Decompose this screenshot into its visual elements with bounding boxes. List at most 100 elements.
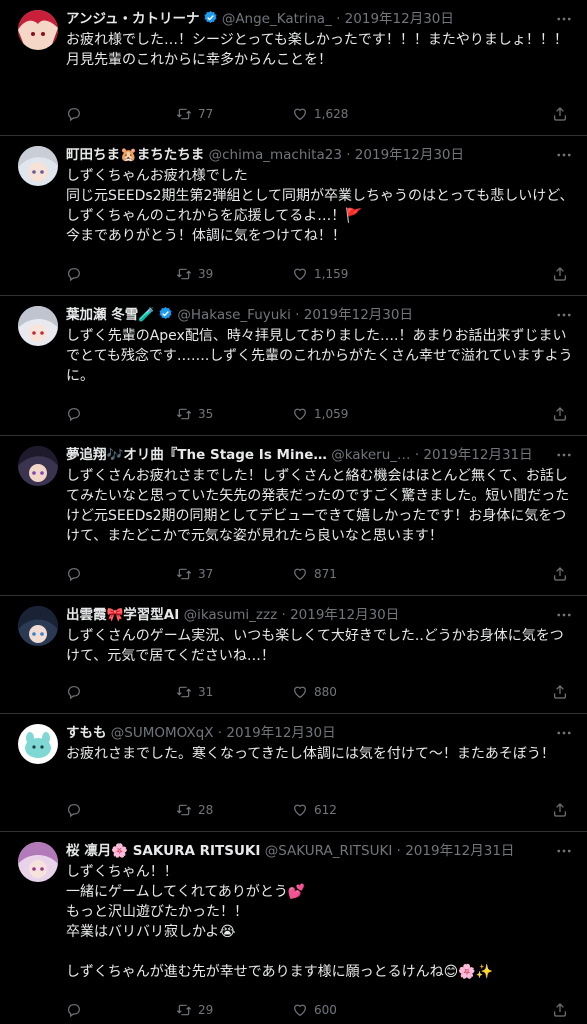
like-button[interactable]: 880 [292,682,337,702]
retweet-count: 39 [198,267,214,281]
author-handle[interactable]: @SUMOMOXqX [111,725,214,741]
share-button[interactable] [552,1000,574,1020]
more-icon[interactable] [555,146,573,164]
tweet-date[interactable]: 2019年12月30日 [345,11,454,27]
more-icon[interactable] [555,306,573,324]
retweet-button[interactable]: 31 [176,682,213,702]
like-count: 880 [314,685,337,699]
reply-icon [68,804,80,818]
reply-icon [68,268,80,282]
avatar[interactable] [18,306,58,346]
author-name[interactable]: 夢追翔🎶オリ曲『The Stage Is Mine… [66,447,327,463]
retweet-button[interactable]: 39 [176,264,213,284]
reply-button[interactable] [66,564,88,584]
retweet-icon [176,108,192,120]
verified-badge-icon [204,10,217,23]
like-button[interactable]: 871 [292,564,337,584]
tweet-date[interactable]: 2019年12月30日 [290,607,399,623]
retweet-button[interactable]: 77 [176,104,213,124]
author-handle[interactable]: @Ange_Katrina_ [222,11,332,27]
separator-dot: · [410,447,424,463]
verified-badge-icon [159,306,172,319]
author-handle[interactable]: @kakeru_… [331,447,410,463]
author-handle[interactable]: @ikasumi_zzz [184,607,278,623]
heart-icon [294,686,306,699]
tweet-date[interactable]: 2019年12月30日 [226,725,335,741]
like-button[interactable]: 1,159 [292,264,348,284]
tweet-text: お疲れさまでした。寒くなってきたし体調には気を付けて〜！またあそぼう！ [66,746,555,762]
tweet-date[interactable]: 2019年12月30日 [355,147,464,163]
share-button[interactable] [552,104,574,124]
author-handle[interactable]: @SAKURA_RITSUKI [265,843,393,859]
share-button[interactable] [552,564,574,584]
reply-button[interactable] [66,104,88,124]
avatar[interactable] [18,606,58,646]
heart-icon [294,108,306,121]
tweet[interactable]: 桜 凛月🌸 SAKURA RITSUKI @SAKURA_RITSUKI · 2… [0,832,587,1024]
tweet[interactable]: 夢追翔🎶オリ曲『The Stage Is Mine… @kakeru_… · 2… [0,436,587,596]
author-name[interactable]: アンジュ・カトリーナ [66,11,200,27]
retweet-button[interactable]: 37 [176,564,213,584]
tweet[interactable]: すもも @SUMOMOXqX · 2019年12月30日 お疲れさまでした。寒く… [0,714,587,832]
tweet[interactable]: 町田ちま🐹まちたちま @chima_machita23 · 2019年12月30… [0,136,587,296]
avatar[interactable] [18,446,58,486]
reply-button[interactable] [66,682,88,702]
reply-button[interactable] [66,404,88,424]
share-button[interactable] [552,682,574,702]
tweet-text: しずくさんお疲れさまでした！しずくさんと絡む機会はほとんど無くて、お話してみたい… [66,468,570,544]
author-handle[interactable]: @Hakase_Fuyuki [177,307,291,323]
like-button[interactable]: 600 [292,1000,337,1020]
like-button[interactable]: 612 [292,800,337,820]
author-name[interactable]: 桜 凛月🌸 SAKURA RITSUKI [66,843,260,859]
heart-icon [294,408,306,421]
like-count: 1,059 [314,407,349,421]
retweet-button[interactable]: 28 [176,800,213,820]
like-button[interactable]: 1,059 [292,404,348,424]
more-icon[interactable] [555,10,573,28]
tweet-text: しずくさんのゲーム実況、いつも楽しくて大好きでした..どうかお身体に気をつけて、… [66,628,564,664]
retweet-button[interactable]: 35 [176,404,213,424]
author-name[interactable]: すもも [66,725,107,741]
heart-icon [294,568,306,581]
tweet[interactable]: 出雲霞🎀学習型AI @ikasumi_zzz · 2019年12月30日 しずく… [0,596,587,714]
tweet-date[interactable]: 2019年12月30日 [304,307,413,323]
separator-dot: · [290,307,304,323]
separator-dot: · [341,147,355,163]
avatar[interactable] [18,146,58,186]
share-button[interactable] [552,264,574,284]
heart-icon [294,804,306,817]
tweet-date[interactable]: 2019年12月31日 [405,843,514,859]
avatar-image [18,10,58,50]
like-count: 612 [314,803,337,817]
tweet[interactable]: アンジュ・カトリーナ @Ange_Katrina_ · 2019年12月30日 … [0,0,587,136]
retweet-count: 37 [198,567,214,581]
avatar[interactable] [18,842,58,882]
more-icon[interactable] [555,446,573,464]
author-name[interactable]: 葉加瀬 冬雪🧪 [66,307,155,323]
tweet[interactable]: 葉加瀬 冬雪🧪 @Hakase_Fuyuki · 2019年12月30日 しずく… [0,296,587,436]
reply-button[interactable] [66,800,88,820]
tweet-text: しずくちゃんお疲れ様でした 同じ元SEEDs2期生第2弾組として同期が卒業しちゃ… [66,168,574,244]
more-icon[interactable] [555,606,573,624]
avatar-image [18,606,58,646]
reply-button[interactable] [66,264,88,284]
avatar[interactable] [18,724,58,764]
retweet-icon [176,268,192,280]
tweet-date[interactable]: 2019年12月31日 [423,447,532,463]
author-handle[interactable]: @chima_machita23 [209,147,342,163]
separator-dot: · [331,11,345,27]
avatar-image [18,446,58,486]
more-icon[interactable] [555,842,573,860]
avatar[interactable] [18,10,58,50]
author-name[interactable]: 出雲霞🎀学習型AI [66,607,179,623]
share-button[interactable] [552,404,574,424]
like-button[interactable]: 1,628 [292,104,348,124]
avatar-image [18,146,58,186]
retweet-button[interactable]: 29 [176,1000,213,1020]
reply-button[interactable] [66,1000,88,1020]
more-icon[interactable] [555,724,573,742]
heart-icon [294,1004,306,1017]
author-name[interactable]: 町田ちま🐹まちたちま [66,147,204,163]
separator-dot: · [277,607,291,623]
share-button[interactable] [552,800,574,820]
